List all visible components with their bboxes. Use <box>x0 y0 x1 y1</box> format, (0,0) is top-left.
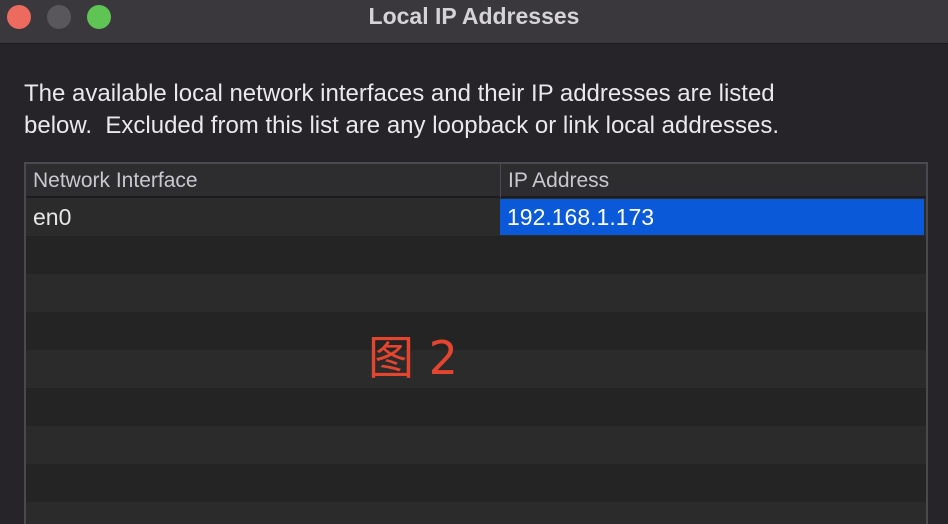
title-bar[interactable]: Local IP Addresses <box>0 0 948 44</box>
empty-table-row <box>26 426 926 464</box>
window-title: Local IP Addresses <box>368 3 580 29</box>
empty-table-row <box>26 388 926 426</box>
column-header-ip-address[interactable]: IP Address <box>500 164 926 198</box>
empty-table-row <box>26 312 926 350</box>
empty-table-row <box>26 236 926 274</box>
local-ip-addresses-window: Local IP Addresses The available local n… <box>0 0 948 524</box>
ip-address-table[interactable]: Network Interface IP Address en0 192.168… <box>24 162 928 524</box>
network-interface-cell[interactable]: en0 <box>26 198 500 236</box>
figure-label-overlay: 图 2 <box>368 331 458 385</box>
ip-address-cell[interactable]: 192.168.1.173 <box>500 199 924 235</box>
column-header-network-interface[interactable]: Network Interface <box>26 164 500 198</box>
table-header: Network Interface IP Address <box>26 164 926 198</box>
description-text: The available local network interfaces a… <box>24 80 780 139</box>
empty-table-row <box>26 274 926 312</box>
empty-table-row <box>26 464 926 502</box>
empty-table-row <box>26 350 926 388</box>
table-row[interactable]: en0 192.168.1.173 <box>26 198 926 236</box>
empty-table-row <box>26 502 926 524</box>
